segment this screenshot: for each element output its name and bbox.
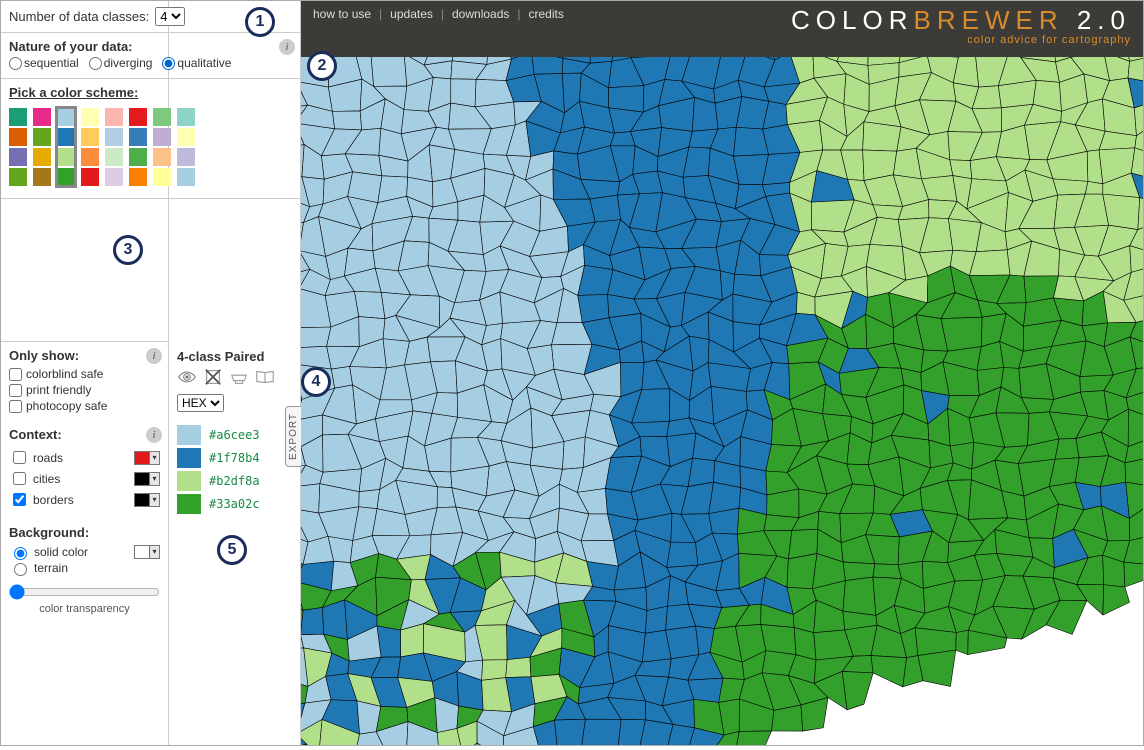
context-section: Context: i roads ▾ cities ▾ borders ▾ bbox=[1, 425, 168, 517]
radio-diverging[interactable]: diverging bbox=[89, 56, 153, 70]
step-bubble-1: 1 bbox=[245, 7, 275, 37]
book-icon bbox=[255, 368, 275, 389]
only-show-title: Only show: bbox=[9, 348, 160, 367]
check-print[interactable]: print friendly bbox=[9, 383, 160, 397]
eye-icon bbox=[177, 368, 197, 389]
map[interactable] bbox=[301, 57, 1143, 745]
legend-color-row: #a6cee3 bbox=[177, 425, 292, 445]
check-borders[interactable]: borders bbox=[9, 490, 74, 509]
print-icon bbox=[229, 368, 249, 389]
link-updates[interactable]: updates bbox=[390, 7, 433, 21]
step-bubble-2: 2 bbox=[307, 51, 337, 81]
legend-color-row: #1f78b4 bbox=[177, 448, 292, 468]
check-colorblind[interactable]: colorblind safe bbox=[9, 367, 160, 381]
top-bar: how to use| updates| downloads| credits … bbox=[301, 1, 1143, 57]
step-bubble-5: 5 bbox=[217, 535, 247, 565]
check-cities[interactable]: cities bbox=[9, 469, 60, 488]
background-section: Background: solid color ▾ terrain color … bbox=[1, 517, 168, 623]
logo: COLORBREWER 2.0 color advice for cartogr… bbox=[791, 5, 1131, 46]
roads-color-picker[interactable]: ▾ bbox=[134, 451, 160, 465]
context-title: Context: bbox=[9, 427, 160, 446]
background-title: Background: bbox=[9, 519, 160, 544]
legend-title: 4-class Paired bbox=[177, 349, 292, 364]
radio-sequential[interactable]: sequential bbox=[9, 56, 79, 70]
export-tab[interactable]: EXPORT bbox=[285, 406, 302, 467]
check-photocopy[interactable]: photocopy safe bbox=[9, 399, 160, 413]
radio-solid-color[interactable] bbox=[14, 547, 27, 560]
scheme-option[interactable] bbox=[57, 108, 75, 186]
info-icon[interactable]: i bbox=[146, 427, 162, 443]
link-how-to-use[interactable]: how to use bbox=[313, 7, 371, 21]
scheme-option[interactable] bbox=[105, 108, 123, 186]
scheme-option[interactable] bbox=[9, 108, 27, 186]
transparency-label: color transparency bbox=[9, 603, 160, 615]
borders-color-picker[interactable]: ▾ bbox=[134, 493, 160, 507]
bg-color-picker[interactable]: ▾ bbox=[134, 545, 160, 559]
only-show-section: Only show: i colorblind safe print frien… bbox=[1, 341, 168, 425]
scheme-option[interactable] bbox=[129, 108, 147, 186]
data-classes-label: Number of data classes: bbox=[9, 9, 149, 24]
step-bubble-4: 4 bbox=[301, 367, 331, 397]
info-icon[interactable]: i bbox=[146, 348, 162, 364]
legend-color-row: #b2df8a bbox=[177, 471, 292, 491]
link-credits[interactable]: credits bbox=[529, 7, 564, 21]
link-downloads[interactable]: downloads bbox=[452, 7, 509, 21]
legend-panel: 4-class Paired HEX #a6cee3 #1f78b4 #b2df8a… bbox=[169, 341, 300, 525]
step-bubble-3: 3 bbox=[113, 235, 143, 265]
color-format-select[interactable]: HEX bbox=[177, 394, 224, 412]
transparency-slider[interactable] bbox=[9, 584, 160, 600]
radio-terrain[interactable] bbox=[14, 563, 27, 576]
scheme-option[interactable] bbox=[33, 108, 51, 186]
copy-disabled-icon bbox=[203, 368, 223, 389]
cities-color-picker[interactable]: ▾ bbox=[134, 472, 160, 486]
check-roads[interactable]: roads bbox=[9, 448, 63, 467]
legend-color-row: #33a02c bbox=[177, 494, 292, 514]
scheme-option[interactable] bbox=[81, 108, 99, 186]
